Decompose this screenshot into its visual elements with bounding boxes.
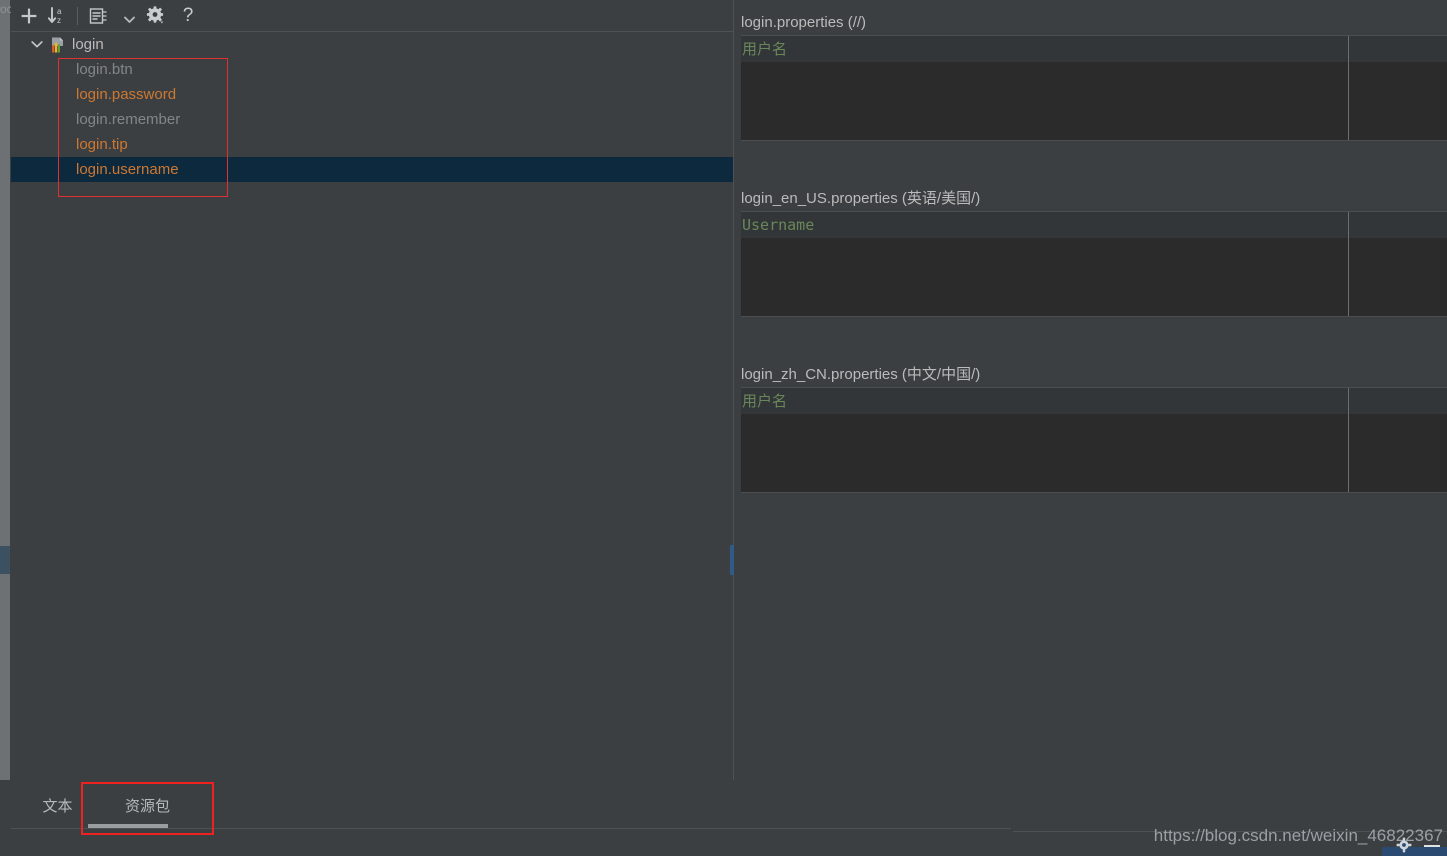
help-label: ? bbox=[182, 5, 194, 26]
editor-value-default[interactable]: 用户名 bbox=[741, 36, 1447, 59]
tab-label: 资源包 bbox=[124, 797, 170, 815]
tree-item-label: login.btn bbox=[76, 61, 133, 78]
chevron-down-icon[interactable] bbox=[29, 37, 45, 53]
editor-title-en-us: login_en_US.properties (英语/美国/) bbox=[741, 190, 981, 207]
tree-item-label: login.tip bbox=[76, 136, 128, 153]
sort-alphabetically-icon[interactable]: a z bbox=[43, 2, 71, 30]
tab-resource-bundle[interactable]: 资源包 bbox=[85, 780, 210, 830]
editor-block-en-us: login_en_US.properties (英语/美国/) Username bbox=[734, 186, 1447, 317]
tree-item-login-password[interactable]: login.password bbox=[11, 82, 733, 107]
svg-text:z: z bbox=[57, 16, 61, 25]
tree-root-label: login bbox=[72, 36, 104, 53]
tree-item-login-tip[interactable]: login.tip bbox=[11, 132, 733, 157]
editor-block-zh-cn: login_zh_CN.properties (中文/中国/) 用户名 bbox=[734, 362, 1447, 493]
chevron-down-icon[interactable] bbox=[120, 2, 138, 30]
editor-block-default: login.properties (//) 用户名 bbox=[734, 10, 1447, 141]
editor-field-en-us[interactable]: Username bbox=[741, 211, 1447, 317]
resource-bundle-icon bbox=[49, 36, 67, 54]
left-scrollbar-track[interactable] bbox=[0, 0, 10, 820]
editor-value-en-us[interactable]: Username bbox=[741, 212, 1447, 235]
tab-text[interactable]: 文本 bbox=[30, 780, 85, 830]
tree-item-login-btn[interactable]: login.btn bbox=[11, 57, 733, 82]
toolbar-separator bbox=[77, 6, 78, 25]
tree-root-login[interactable]: login bbox=[11, 32, 733, 57]
minimize-dash-icon[interactable] bbox=[1424, 845, 1440, 847]
toolbar: a z ? bbox=[11, 0, 733, 31]
tree-item-label: login.password bbox=[76, 86, 177, 103]
tree-item-login-remember[interactable]: login.remember bbox=[11, 107, 733, 132]
add-property-button[interactable] bbox=[15, 2, 43, 30]
tabbar-divider bbox=[11, 828, 1011, 829]
editor-title-default: login.properties (//) bbox=[741, 14, 867, 31]
tree-item-label: login.username bbox=[76, 161, 179, 178]
tree-item-label: login.remember bbox=[76, 111, 181, 128]
translation-editors-panel: login.properties (//) 用户名 login_en_US.pr… bbox=[734, 0, 1447, 820]
editor-title-zh-cn: login_zh_CN.properties (中文/中国/) bbox=[741, 366, 981, 383]
resource-bundle-tree[interactable]: login login.btn login.password login.rem… bbox=[11, 32, 733, 780]
taskbar-fragment bbox=[1382, 847, 1447, 856]
tab-label: 文本 bbox=[42, 797, 73, 815]
left-scrollbar-thumb[interactable] bbox=[0, 546, 10, 574]
bottom-tab-bar: 文本 资源包 bbox=[0, 780, 1447, 830]
gear-icon[interactable] bbox=[142, 2, 170, 30]
editor-field-default[interactable]: 用户名 bbox=[741, 35, 1447, 141]
tree-item-login-username[interactable]: login.username bbox=[11, 157, 733, 182]
editor-field-zh-cn[interactable]: 用户名 bbox=[741, 387, 1447, 493]
help-button[interactable]: ? bbox=[174, 2, 202, 30]
ide-resource-bundle-editor: oc a z ? login login.btn login.password … bbox=[0, 0, 1447, 856]
svg-text:a: a bbox=[57, 7, 62, 16]
editor-value-zh-cn[interactable]: 用户名 bbox=[741, 388, 1447, 411]
gear-icon[interactable] bbox=[1396, 837, 1412, 853]
show-properties-icon[interactable] bbox=[84, 2, 112, 30]
